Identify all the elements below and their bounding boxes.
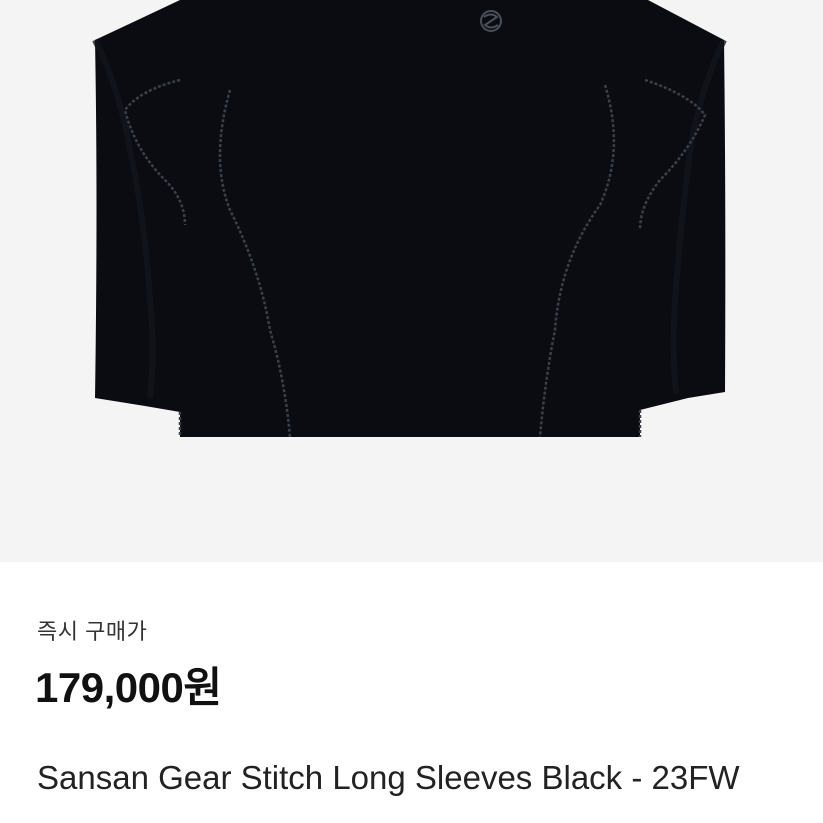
- product-title[interactable]: Sansan Gear Stitch Long Sleeves Black - …: [37, 758, 797, 798]
- product-page: 즉시 구매가 179,000원 Sansan Gear Stitch Long …: [0, 0, 823, 823]
- shirt-body: [95, 0, 726, 437]
- instant-price: 179,000원: [35, 664, 222, 711]
- long-sleeve-shirt-photo: [0, 0, 823, 562]
- product-image[interactable]: [0, 0, 823, 562]
- instant-price-label: 즉시 구매가: [37, 619, 148, 644]
- product-info: 즉시 구매가 179,000원 Sansan Gear Stitch Long …: [0, 562, 823, 823]
